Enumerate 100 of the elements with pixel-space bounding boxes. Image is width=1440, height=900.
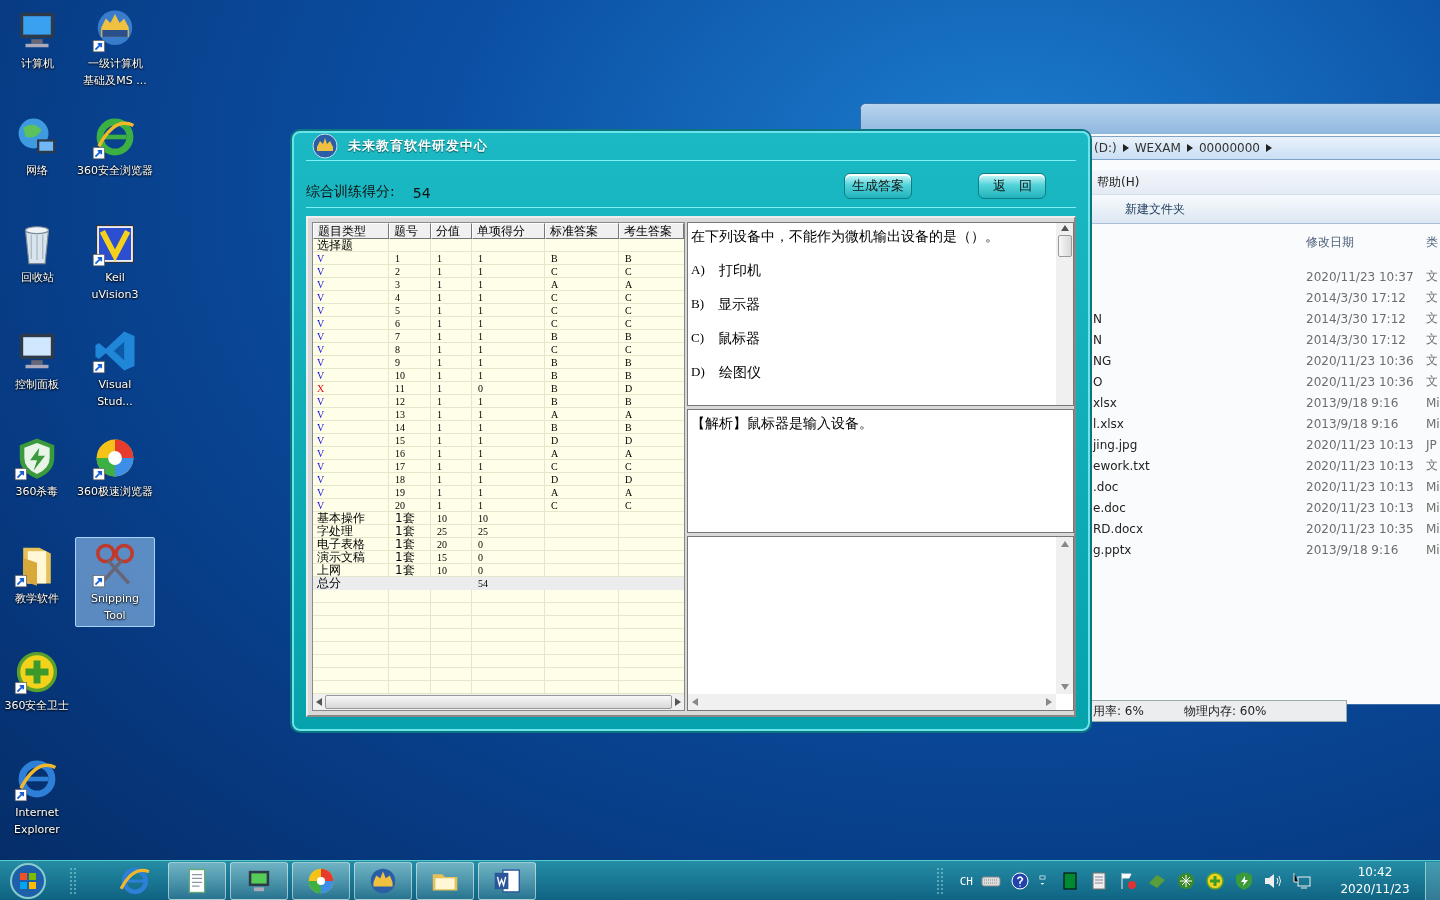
column-header[interactable]: 类 [1416,233,1440,251]
window-title: 未来教育软件研发中心 [348,137,488,156]
desktop-shortcut[interactable]: 360极速浏览器 [75,430,155,520]
desktop-shortcut[interactable]: Visual Stud... [75,323,155,413]
desktop-shortcut[interactable]: 回收站 [0,216,74,306]
table-cell-text: 1 [477,447,484,460]
taskbar-button[interactable] [478,862,536,900]
scrollbar[interactable] [1056,537,1073,694]
taskbar-button[interactable] [292,862,350,900]
file-type: Mi [1425,521,1440,536]
file-name[interactable]: jing.jpg [1093,437,1296,452]
table-cell-text: A [550,447,560,460]
file-name[interactable]: ework.txt [1093,458,1296,473]
scrollbar[interactable] [313,694,684,710]
status-text: 物理内存: 60% [1183,702,1267,720]
question-text: 在下列设备中，不能作为微机输出设备的是（）。 [691,227,1000,246]
column-header[interactable]: 考生答案 [619,223,684,239]
scrollbar[interactable] [688,694,1056,710]
language-indicator[interactable]: CH [959,874,973,888]
file-name[interactable]: N [1093,332,1296,347]
address-bar[interactable]: (D:) WEXAM 00000000 [1089,136,1440,160]
desktop-shortcut[interactable]: 计算机 [0,2,74,92]
up-arrow-icon[interactable] [1060,225,1069,231]
desktop-shortcut[interactable]: 360安全浏览器 [75,109,155,199]
file-name[interactable]: O [1093,374,1296,389]
desktop-shortcut[interactable]: 360杀毒 [0,430,74,520]
result-mark: V [316,447,326,460]
file-name[interactable]: e.doc [1093,500,1296,515]
table-cell-text: B [550,252,559,265]
table-cell-text: 1 [477,473,484,486]
file-type: Mi [1425,416,1440,431]
file-name[interactable]: xlsx [1093,395,1296,410]
desktop-shortcut[interactable]: Keil uVision3 [75,216,155,306]
table-cell-text: 1 [477,421,484,434]
column-header[interactable]: 修改日期 [1296,233,1416,251]
toolbar-button[interactable]: 新建文件夹 [1125,200,1185,218]
down-arrow-icon[interactable] [1060,684,1069,690]
column-header[interactable]: 题目类型 [313,223,389,239]
table-cell-text: 1 [477,291,484,304]
help-icon[interactable] [1009,870,1031,892]
desktop-shortcut[interactable]: Snipping Tool [75,537,155,627]
scroll-thumb[interactable] [325,695,672,709]
word-icon[interactable] [492,866,522,896]
table-cell-text: 6 [394,317,401,330]
column-header[interactable]: 题号 [389,223,431,239]
table-cell-text: 1 [477,356,484,369]
network-icon[interactable] [1291,870,1313,892]
breadcrumb[interactable]: WEXAM [1134,141,1181,155]
column-header[interactable]: 单项得分 [472,223,545,239]
breadcrumb[interactable]: (D:) [1094,141,1117,155]
table-cell-text: A [624,447,634,460]
table-cell-text: B [624,369,633,382]
file-date: 2014/3/30 17:12 [1305,290,1407,305]
left-arrow-icon[interactable] [316,698,322,706]
desktop-shortcut[interactable]: 教学软件 [0,537,74,627]
breadcrumb[interactable]: 00000000 [1198,141,1260,155]
table-cell-text: C [550,317,559,330]
file-name[interactable]: .doc [1093,479,1296,494]
start-button[interactable] [8,861,48,900]
taskbar-button[interactable] [354,862,412,900]
file-type: 文 [1425,373,1439,390]
table-cell-text: 3 [394,278,401,291]
taskbar-button[interactable] [168,862,226,900]
color-wheel-icon[interactable] [306,866,336,896]
dialog-button[interactable]: 生成答案 [844,172,912,199]
file-name[interactable]: RD.docx [1093,521,1296,536]
up-arrow-icon[interactable] [1060,541,1069,547]
badge-icon[interactable] [368,866,398,896]
right-arrow-icon[interactable] [675,698,681,706]
taskbar-button[interactable] [416,862,474,900]
file-name[interactable]: NG [1093,353,1296,368]
table-cell-text: 1 [436,317,443,330]
option-letter: B) [691,295,704,313]
show-desktop-button[interactable] [1425,862,1440,900]
desktop-shortcut[interactable]: Internet Explorer [0,751,74,841]
desktop-shortcut[interactable]: 控制面板 [0,323,74,413]
shield-icon[interactable] [1233,870,1255,892]
column-header[interactable]: 分值 [431,223,472,239]
desktop-shortcut[interactable]: 360安全卫士 [0,644,74,734]
column-header[interactable]: 标准答案 [545,223,619,239]
desktop-shortcut[interactable]: 网络 [0,109,74,199]
taskbar-button[interactable] [230,862,288,900]
clock[interactable]: 10:42 2020/11/23 [1338,864,1412,898]
sparkle-icon[interactable] [1175,870,1197,892]
table-cell-text: 1 [477,434,484,447]
scroll-thumb[interactable] [1057,235,1072,257]
plus-icon[interactable] [1204,870,1226,892]
table-cell-text: 7 [394,330,401,343]
scrollbar[interactable] [1056,223,1073,405]
desktop-shortcut[interactable]: 一级计算机基础及MS ... [75,2,155,92]
right-arrow-icon[interactable] [1046,698,1052,706]
table-cell-text: 18 [394,473,406,486]
menu-item[interactable]: 帮助(H) [1097,173,1140,191]
table-cell-text: 25 [436,525,448,538]
left-arrow-icon[interactable] [692,698,698,706]
file-name[interactable]: N [1093,311,1296,326]
file-name[interactable]: l.xlsx [1093,416,1296,431]
dialog-button[interactable]: 返 回 [978,172,1046,199]
file-name[interactable]: g.pptx [1093,542,1296,557]
file-type: Mi [1425,479,1440,494]
